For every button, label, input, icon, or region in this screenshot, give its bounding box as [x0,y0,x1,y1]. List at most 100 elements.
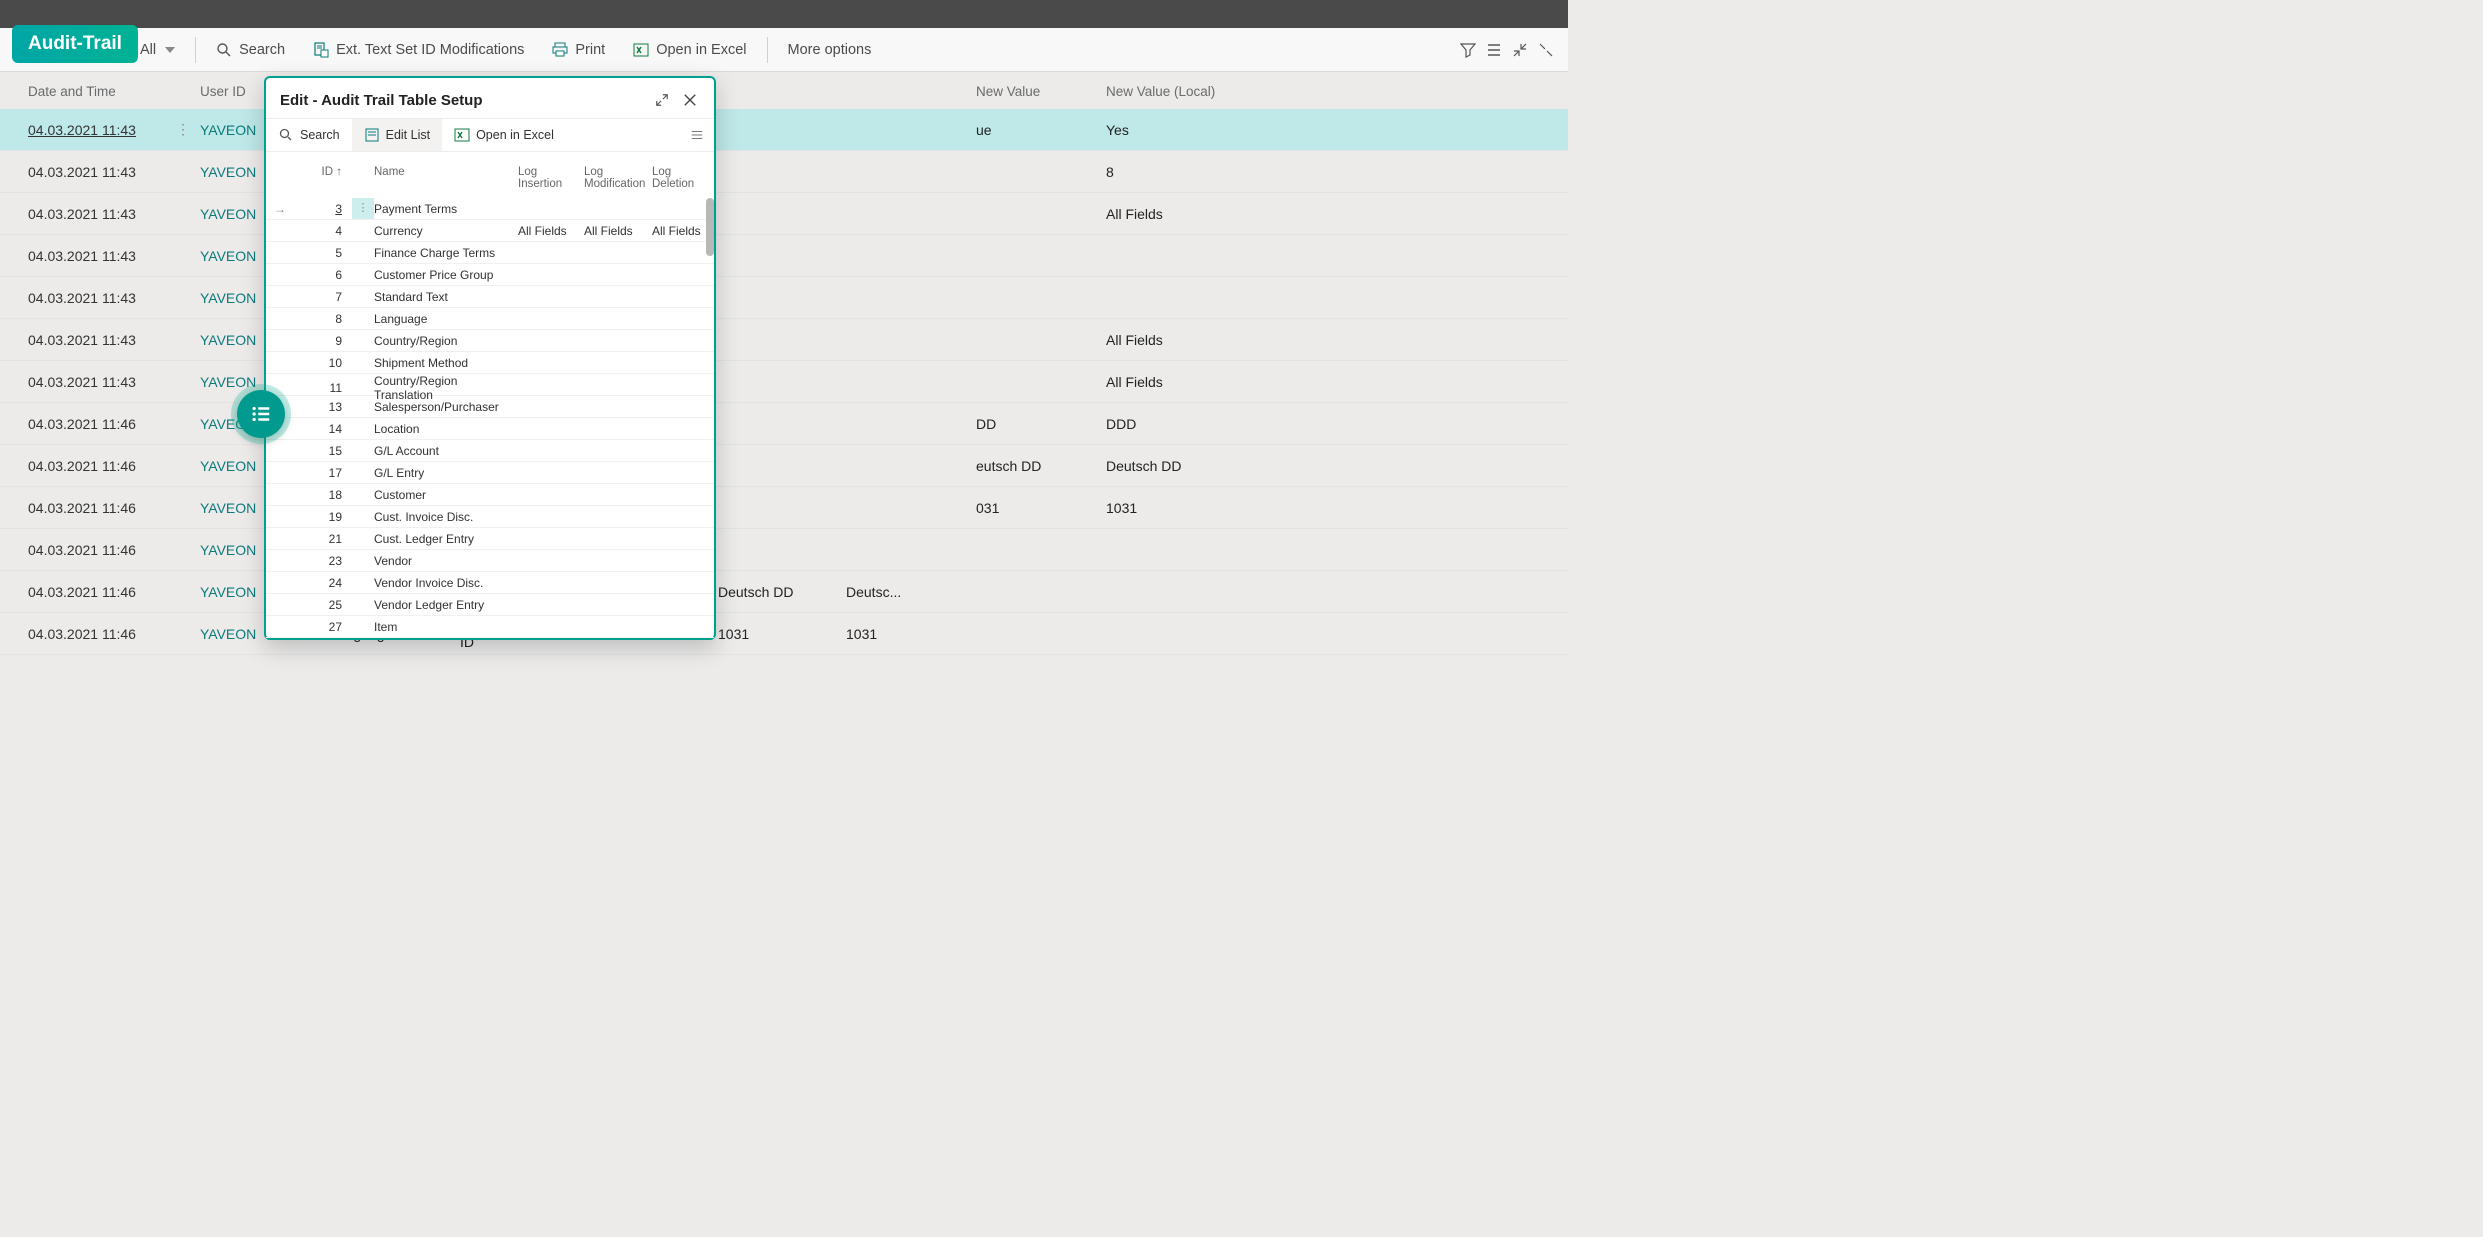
ext-text-button[interactable]: Ext. Text Set ID Modifications [299,28,538,72]
cell-name: Payment Terms [374,202,518,216]
table-row[interactable]: 04.03.2021 11:46⋮YAVEONDDDDD [0,403,1568,445]
cell-id: 3 [290,202,352,216]
dialog-row[interactable]: 9Country/Region [266,330,714,352]
cell-id: 27 [290,620,352,634]
col-datetime[interactable]: Date and Time [28,84,176,99]
open-excel-button[interactable]: Open in Excel [619,28,760,72]
cell-ins: All Fields [518,224,584,238]
cell-id: 24 [290,576,352,590]
cell-newvalue: eutsch DD [976,458,1106,474]
fab-list-button[interactable] [237,390,285,438]
dialog-row[interactable]: 15G/L Account [266,440,714,462]
col-ins[interactable]: Log Insertion [518,166,584,190]
cell-newvalue: DD [976,416,1106,432]
cell-name: Standard Text [374,290,518,304]
dialog-grid: ID ↑ Name Log Insertion Log Modification… [266,152,714,638]
dialog-row[interactable]: 21Cust. Ledger Entry [266,528,714,550]
divider [767,37,768,63]
cell-del: All Fields [652,224,710,238]
table-row[interactable]: 04.03.2021 11:43⋮YAVEONAll Fields [0,193,1568,235]
dialog-row[interactable]: 25 Vendor Ledger Entry [266,594,714,616]
close-icon[interactable] [680,90,700,110]
edit-dialog: Edit - Audit Trail Table Setup Search Ed… [264,76,716,640]
dialog-row[interactable]: 19 Cust. Invoice Disc. [266,506,714,528]
dialog-row[interactable]: 5Finance Charge Terms [266,242,714,264]
table-row[interactable]: 04.03.2021 11:46⋮YAVEON [0,529,1568,571]
collapse-icon[interactable] [1512,42,1528,58]
dialog-row[interactable]: 10Shipment Method [266,352,714,374]
table-row[interactable]: 04.03.2021 11:43⋮YAVEON [0,235,1568,277]
col-mod[interactable]: Log Modification [584,166,652,190]
print-button[interactable]: Print [538,28,619,72]
row-options-icon[interactable]: ⋮ [352,198,374,219]
cell-datetime: 04.03.2021 11:46 [28,542,176,558]
dialog-scrollbar[interactable] [706,198,714,638]
dialog-row[interactable]: 24Vendor Invoice Disc. [266,572,714,594]
cell-id: 25 [290,598,352,612]
chevron-down-icon [165,47,175,53]
cell-id: 19 [290,510,352,524]
cell-id: 6 [290,268,352,282]
dialog-row[interactable]: 11Country/Region Translation [266,374,714,396]
dialog-row[interactable]: 7Standard Text [266,286,714,308]
dialog-row[interactable]: 8Language [266,308,714,330]
table-row[interactable]: 04.03.2021 11:43⋮YAVEONAll Fields [0,319,1568,361]
app-badge: Audit-Trail [12,25,138,63]
dialog-search-button[interactable]: Search [266,119,352,151]
cell-datetime: 04.03.2021 11:43 [28,290,176,306]
dialog-row[interactable]: 13Salesperson/Purchaser [266,396,714,418]
cell-name: Customer Price Group [374,268,518,282]
expand-icon[interactable] [1538,42,1554,58]
dialog-row[interactable]: 18Customer [266,484,714,506]
cell-name: Country/Region [374,334,518,348]
cell: 1031 [846,626,976,642]
dialog-row[interactable]: 6 Customer Price Group [266,264,714,286]
cell-id: 10 [290,356,352,370]
table-row[interactable]: 04.03.2021 11:46⋮YAVEONeutsch DDDeutsch … [0,445,1568,487]
table-row[interactable]: 04.03.2021 11:43⋮YAVEON8 [0,151,1568,193]
more-options-button[interactable]: More options [774,28,886,72]
table-row[interactable]: 04.03.2021 11:43⋮YAVEON [0,277,1568,319]
dialog-row[interactable]: →3⋮Payment Terms [266,198,714,220]
col-del[interactable]: Log Deletion [652,166,710,190]
cell-datetime: 04.03.2021 11:46 [28,584,176,600]
list-view-icon[interactable] [1486,42,1502,58]
dialog-row[interactable]: 4CurrencyAll FieldsAll FieldsAll Fields [266,220,714,242]
row-options-icon[interactable]: ⋮ [176,127,192,131]
col-newvalue[interactable]: New Value [976,84,1106,99]
table-row[interactable]: 04.03.2021 11:43⋮YAVEONAll Fields [0,361,1568,403]
cell-datetime: 04.03.2021 11:43 [28,206,176,222]
dialog-more-icon[interactable] [690,129,714,141]
filter-icon[interactable] [1460,42,1476,58]
cell-datetime: 04.03.2021 11:43 [28,374,176,390]
col-name[interactable]: Name [374,166,518,190]
document-icon [313,42,329,58]
table-row[interactable]: 04.03.2021 11:46⋮YAVEONLanguageNameDelet… [0,571,1568,613]
table-row[interactable]: 04.03.2021 11:46⋮YAVEON0311031 [0,487,1568,529]
cell-name: Vendor Ledger Entry [374,598,518,612]
dialog-row[interactable]: 27Item [266,616,714,638]
cell-newvaluelocal: All Fields [1106,374,1336,390]
table-row[interactable]: 04.03.2021 11:43⋮YAVEONueYes [0,109,1568,151]
cell-name: Cust. Invoice Disc. [374,510,518,524]
dialog-row[interactable]: 17G/L Entry [266,462,714,484]
cell-mod: All Fields [584,224,652,238]
dialog-header-row: ID ↑ Name Log Insertion Log Modification… [266,166,714,198]
dialog-toolbar: Search Edit List Open in Excel [266,118,714,152]
cell-name: Customer [374,488,518,502]
col-id[interactable]: ID ↑ [290,166,352,190]
excel-icon [633,42,649,58]
dialog-excel-button[interactable]: Open in Excel [442,119,566,151]
dialog-row[interactable]: 14Location [266,418,714,440]
cell-id: 17 [290,466,352,480]
audit-grid: Date and Time User ID New Value New Valu… [0,72,1568,655]
search-button[interactable]: Search [202,28,299,72]
table-row[interactable]: 04.03.2021 11:46⋮YAVEONLanguageWindows L… [0,613,1568,655]
cell-id: 8 [290,312,352,326]
maximize-icon[interactable] [652,90,672,110]
dialog-editlist-button[interactable]: Edit List [352,119,442,151]
dialog-row[interactable]: 23Vendor [266,550,714,572]
search-icon [278,127,294,143]
cell: Deutsch DD [718,584,846,600]
col-newvaluelocal[interactable]: New Value (Local) [1106,84,1336,99]
